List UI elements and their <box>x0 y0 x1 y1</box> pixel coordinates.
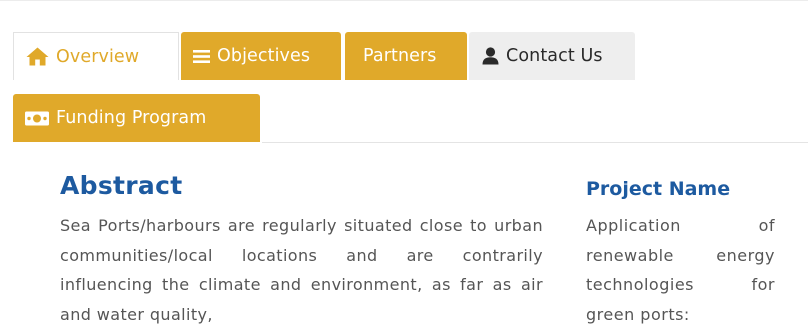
project-line: green ports: <box>586 304 690 324</box>
abstract-line: Sea Ports/harbours are regularly situate… <box>60 216 413 235</box>
content-card: Overview Objectives Partners Contact Us … <box>0 0 808 330</box>
tab-divider <box>262 142 808 143</box>
project-name-heading: Project Name <box>586 178 731 200</box>
abstract-text: Sea Ports/harbours are regularly situate… <box>60 211 543 329</box>
tab-partners[interactable]: Partners <box>345 32 467 80</box>
tab-funding-program-label: Funding Program <box>56 108 207 128</box>
project-line: renewable energy <box>586 245 775 265</box>
tab-bar-second-row: Funding Program <box>13 94 260 142</box>
tab-objectives-label: Objectives <box>217 46 311 66</box>
abstract-heading: Abstract <box>60 171 183 200</box>
user-icon <box>482 47 499 65</box>
project-line: technologies for <box>586 275 775 294</box>
project-name-text: Application of renewable energy technolo… <box>586 211 775 329</box>
money-icon <box>25 111 49 126</box>
tab-objectives[interactable]: Objectives <box>181 32 341 80</box>
tab-contact-us-label: Contact Us <box>506 46 603 66</box>
list-icon <box>193 49 210 64</box>
tab-overview[interactable]: Overview <box>13 32 179 80</box>
project-line: Application of <box>586 216 775 235</box>
tab-contact-us[interactable]: Contact Us <box>469 32 635 80</box>
home-icon <box>26 47 49 66</box>
tab-bar: Overview Objectives Partners Contact Us <box>13 32 635 80</box>
tab-funding-program[interactable]: Funding Program <box>13 94 260 142</box>
tab-partners-label: Partners <box>363 46 437 66</box>
tab-overview-label: Overview <box>56 46 140 67</box>
